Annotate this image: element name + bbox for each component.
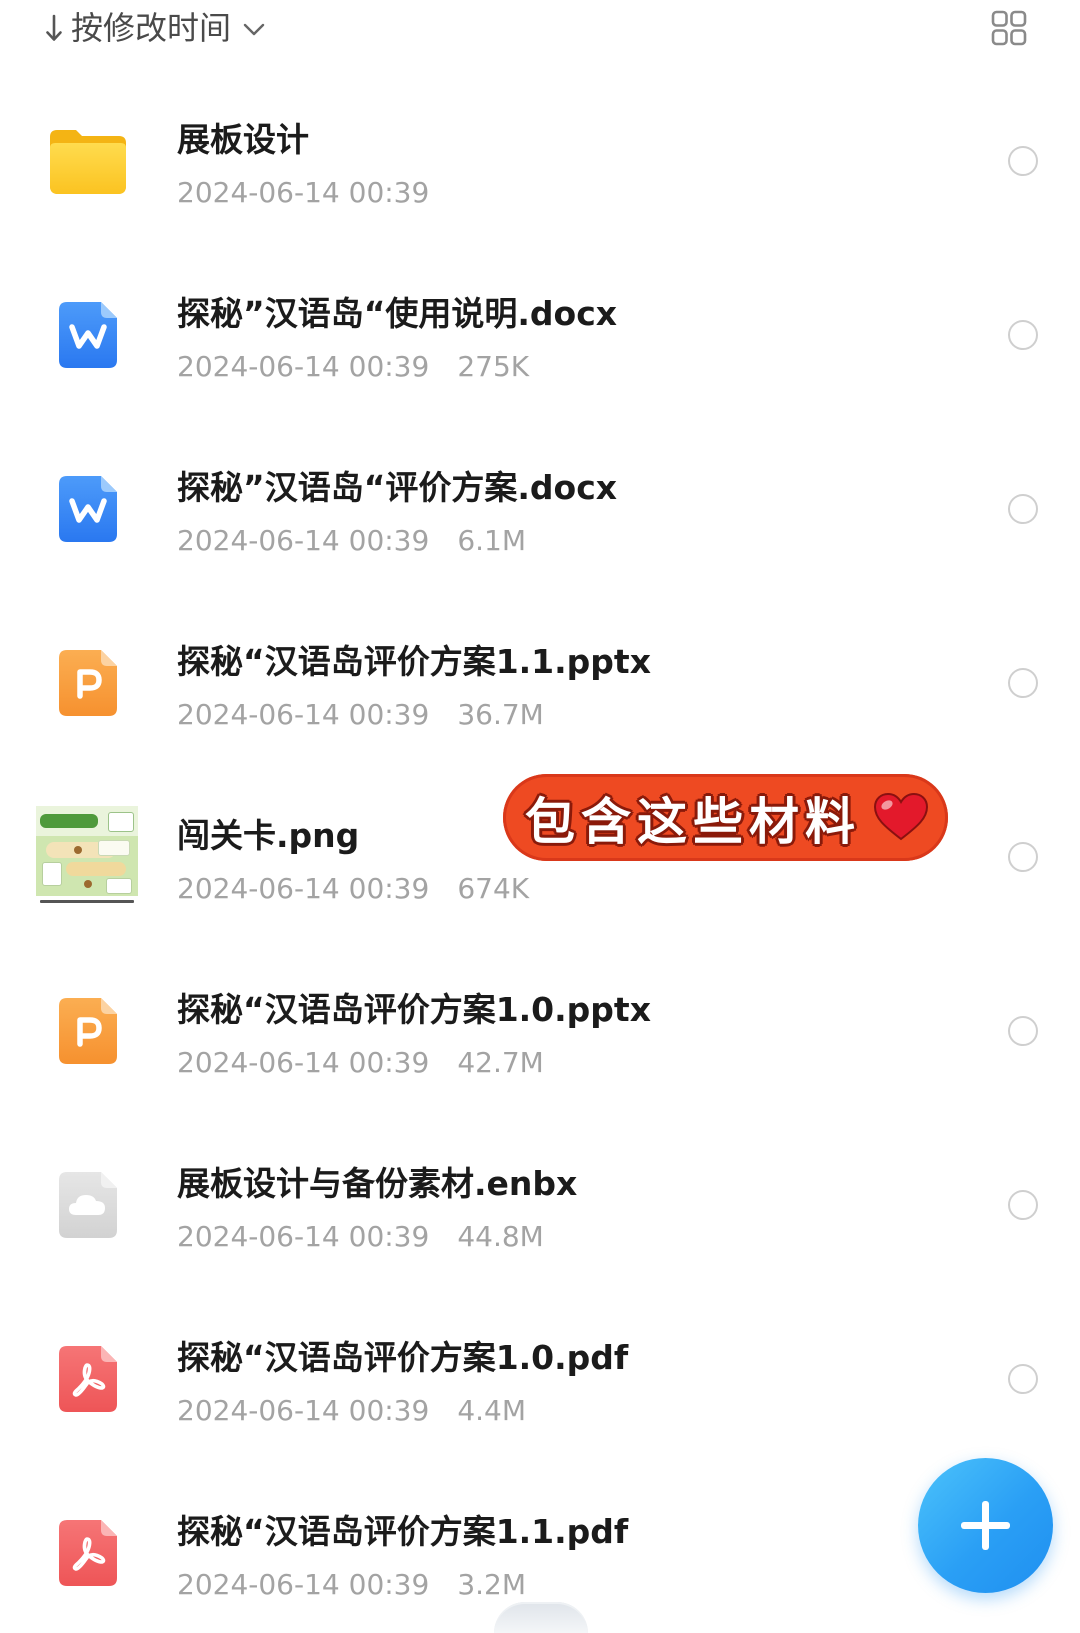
file-name: 探秘“汉语岛评价方案1.1.pdf [177, 1512, 629, 1551]
select-radio[interactable] [1008, 494, 1038, 524]
file-row[interactable]: 探秘”汉语岛“使用说明.docx 2024-06-14 00:39 275K [0, 255, 1080, 415]
file-date: 2024-06-14 00:39 [177, 1046, 430, 1079]
file-size: 3.2M [457, 1568, 527, 1601]
select-radio[interactable] [1008, 668, 1038, 698]
chevron-down-icon [243, 23, 265, 36]
file-name: 展板设计 [177, 120, 309, 159]
add-button[interactable] [918, 1458, 1053, 1593]
file-date: 2024-06-14 00:39 [177, 350, 430, 383]
file-meta: 2024-06-14 00:39 [177, 176, 429, 210]
word-document-icon [59, 302, 117, 368]
select-radio[interactable] [1008, 1190, 1038, 1220]
file-name: 探秘“汉语岛评价方案1.0.pdf [177, 1338, 629, 1377]
cloud-file-icon [59, 1172, 117, 1238]
file-size: 36.7M [457, 698, 544, 731]
word-document-icon [59, 476, 117, 542]
file-size: 44.8M [457, 1220, 544, 1253]
file-row[interactable]: 探秘“汉语岛评价方案1.1.pptx 2024-06-14 00:39 36.7… [0, 603, 1080, 763]
select-radio[interactable] [1008, 1016, 1038, 1046]
arrow-down-icon [46, 14, 62, 41]
file-meta: 2024-06-14 00:39 275K [177, 350, 529, 384]
bottom-overlay-shape [494, 1602, 588, 1633]
select-radio[interactable] [1008, 1364, 1038, 1394]
file-size: 674K [457, 872, 530, 905]
file-row[interactable]: 展板设计 2024-06-14 00:39 [0, 81, 1080, 241]
file-name: 展板设计与备份素材.enbx [177, 1164, 578, 1203]
file-date: 2024-06-14 00:39 [177, 698, 430, 731]
select-radio[interactable] [1008, 320, 1038, 350]
file-meta: 2024-06-14 00:39 6.1M [177, 524, 526, 558]
annotation-sticker: 包含这些材料 [503, 774, 948, 861]
file-date: 2024-06-14 00:39 [177, 176, 430, 209]
red-heart-icon [873, 792, 929, 841]
file-row[interactable]: 探秘”汉语岛“评价方案.docx 2024-06-14 00:39 6.1M [0, 429, 1080, 589]
powerpoint-icon [59, 998, 117, 1064]
file-size: 42.7M [457, 1046, 544, 1079]
sticker-text: 包含这些材料 [525, 791, 861, 851]
file-row[interactable]: 展板设计与备份素材.enbx 2024-06-14 00:39 44.8M [0, 1125, 1080, 1285]
sort-selector[interactable]: 按修改时间 [45, 8, 265, 48]
file-row[interactable]: 探秘“汉语岛评价方案1.0.pptx 2024-06-14 00:39 42.7… [0, 951, 1080, 1111]
select-radio[interactable] [1008, 146, 1038, 176]
file-meta: 2024-06-14 00:39 42.7M [177, 1046, 544, 1080]
image-thumbnail [36, 806, 138, 908]
file-meta: 2024-06-14 00:39 36.7M [177, 698, 544, 732]
file-name: 探秘“汉语岛评价方案1.1.pptx [177, 642, 651, 681]
powerpoint-icon [59, 650, 117, 716]
sort-label: 按修改时间 [71, 9, 232, 47]
file-date: 2024-06-14 00:39 [177, 1394, 430, 1427]
file-date: 2024-06-14 00:39 [177, 1220, 430, 1253]
file-name: 探秘”汉语岛“使用说明.docx [177, 294, 618, 333]
file-meta: 2024-06-14 00:39 44.8M [177, 1220, 544, 1254]
file-date: 2024-06-14 00:39 [177, 872, 430, 905]
file-row[interactable]: 探秘“汉语岛评价方案1.0.pdf 2024-06-14 00:39 4.4M [0, 1299, 1080, 1459]
file-date: 2024-06-14 00:39 [177, 524, 430, 557]
file-name: 探秘”汉语岛“评价方案.docx [177, 468, 618, 507]
file-size: 6.1M [457, 524, 527, 557]
file-size: 275K [457, 350, 530, 383]
file-meta: 2024-06-14 00:39 674K [177, 872, 529, 906]
file-meta: 2024-06-14 00:39 4.4M [177, 1394, 526, 1428]
grid-view-icon[interactable] [991, 10, 1027, 46]
file-date: 2024-06-14 00:39 [177, 1568, 430, 1601]
pdf-icon [59, 1520, 117, 1586]
folder-icon [50, 128, 126, 194]
file-meta: 2024-06-14 00:39 3.2M [177, 1568, 526, 1602]
file-name: 闯关卡.png [177, 816, 360, 855]
select-radio[interactable] [1008, 842, 1038, 872]
file-size: 4.4M [457, 1394, 527, 1427]
pdf-icon [59, 1346, 117, 1412]
file-name: 探秘“汉语岛评价方案1.0.pptx [177, 990, 651, 1029]
